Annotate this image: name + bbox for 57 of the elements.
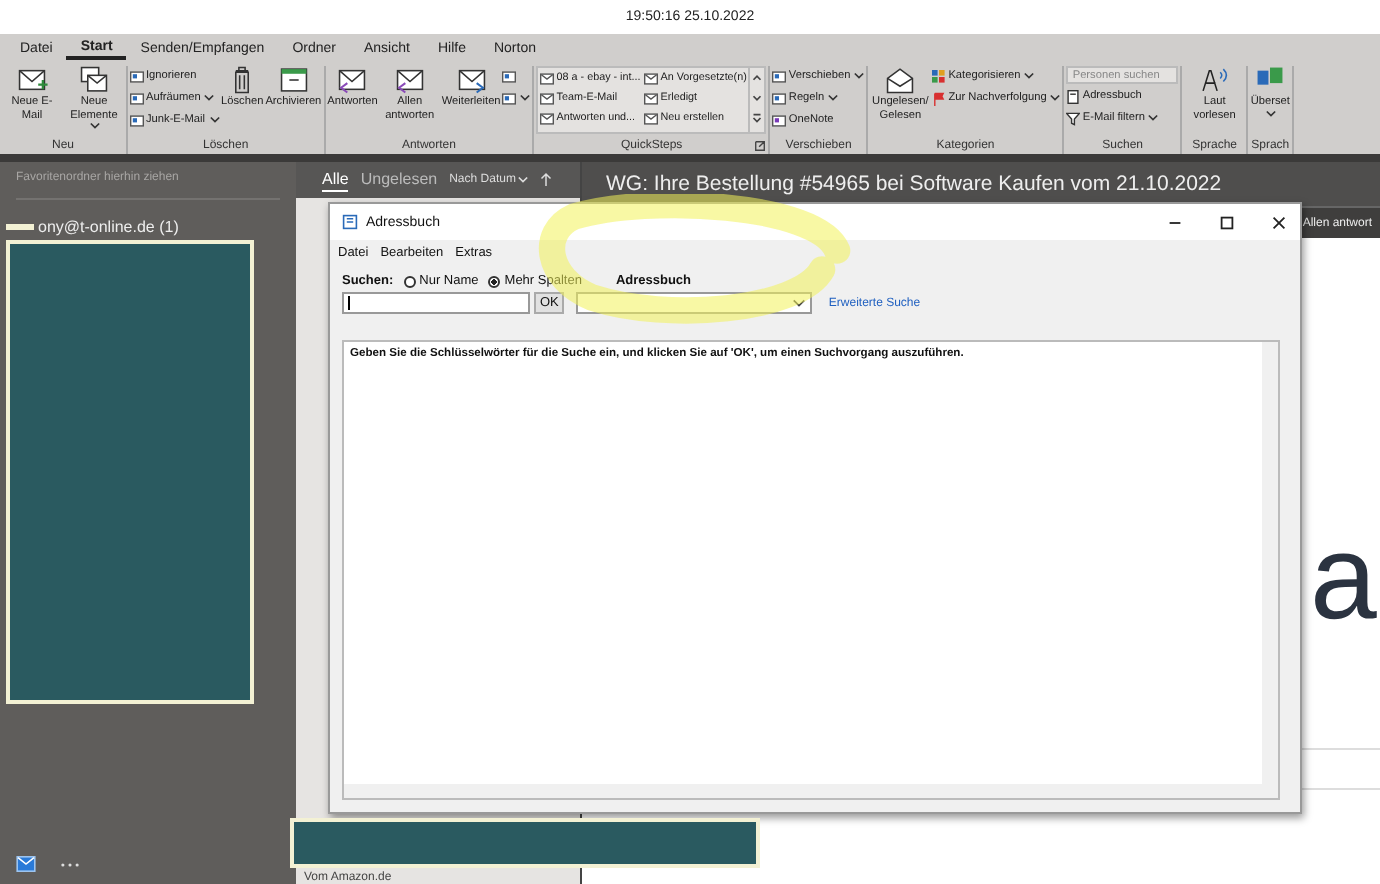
flag-icon <box>932 91 947 105</box>
small-square-icon <box>772 69 787 83</box>
small-square-icon <box>130 91 144 105</box>
caret-icon <box>520 94 531 102</box>
mail-icon[interactable] <box>16 856 36 872</box>
small-square-icon <box>130 113 144 127</box>
address-book-dropdown[interactable] <box>576 292 813 314</box>
small-square-icon <box>502 69 517 83</box>
caret-icon <box>90 122 100 130</box>
caret-icon <box>854 72 865 80</box>
small-square-icon <box>540 111 555 125</box>
dialog-launcher-icon[interactable] <box>754 139 767 151</box>
small-square-icon <box>644 71 659 85</box>
email-logo-text: a <box>1310 518 1377 638</box>
open-envelope-icon <box>884 66 917 94</box>
search-input[interactable] <box>342 292 530 314</box>
book-icon <box>342 214 358 230</box>
up-arrow-icon[interactable] <box>539 172 552 188</box>
small-square-icon <box>644 91 659 105</box>
chevron-icon <box>792 298 807 308</box>
small-square-icon <box>772 113 787 127</box>
vertical-scrollbar[interactable] <box>1262 342 1278 784</box>
redaction-bar <box>6 224 34 230</box>
sound-waves-icon <box>1198 66 1231 94</box>
envelope-plus-icon <box>16 66 48 94</box>
caret-icon <box>1266 109 1277 117</box>
small-square-icon <box>772 91 787 105</box>
caret-icon <box>517 176 528 184</box>
horizontal-scrollbar[interactable] <box>344 784 1278 798</box>
small-square-icon <box>130 69 144 83</box>
caret-icon <box>1148 114 1159 122</box>
filter-tab[interactable]: Ungelesen <box>360 170 438 190</box>
small-square-icon <box>644 111 659 125</box>
close-icon[interactable] <box>1270 213 1288 231</box>
colored-tiles-icon <box>932 69 947 83</box>
small-square-icon <box>540 91 555 105</box>
caret-icon <box>204 94 215 102</box>
maximize-icon[interactable] <box>1218 213 1236 231</box>
reply-envelope-icon <box>393 66 426 94</box>
caret-icon <box>209 116 220 124</box>
small-square-icon <box>540 71 555 85</box>
gallery-more-icon[interactable] <box>750 108 765 128</box>
email-subject: WG: Ihre Bestellung #54965 bei Software Kaufen vom 21.10.2022 <box>606 172 1222 196</box>
funnel-icon <box>1066 111 1081 125</box>
archive-box-icon <box>277 66 310 94</box>
stacked-envelope-icon <box>78 66 110 94</box>
caret-icon <box>828 94 839 102</box>
caret-icon <box>1024 72 1035 80</box>
reply-envelope-icon <box>336 66 369 94</box>
filter-tab[interactable]: Alle <box>322 169 349 191</box>
account-name[interactable]: ony@t-online.de (1) <box>38 218 179 236</box>
book-icon <box>1066 89 1081 103</box>
caret-icon <box>1050 94 1061 102</box>
more-icon[interactable] <box>60 861 80 867</box>
ribbon-button[interactable] <box>502 88 531 108</box>
forward-envelope-icon <box>455 66 488 94</box>
small-square-icon <box>502 91 517 105</box>
